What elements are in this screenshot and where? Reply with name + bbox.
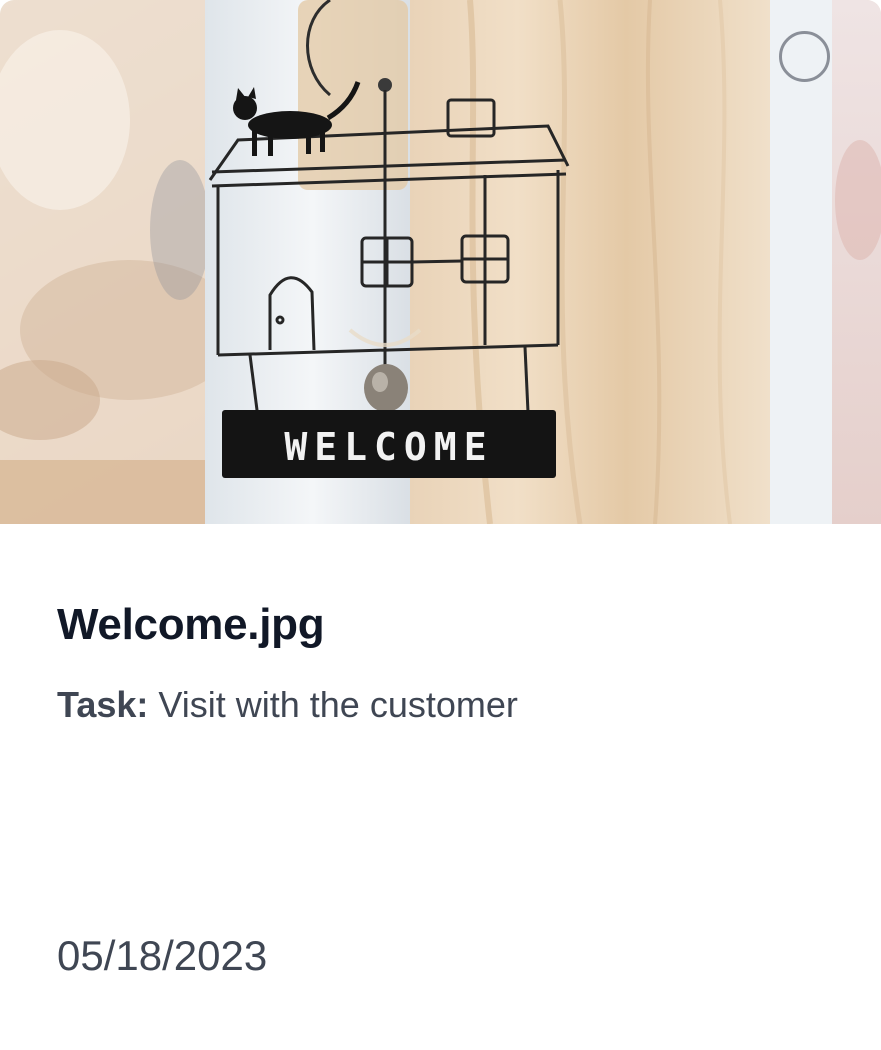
thumbnail-image: WELCOME	[0, 0, 881, 524]
file-thumbnail[interactable]: WELCOME	[0, 0, 881, 524]
file-card[interactable]: WELCOME Welcome.jpg Task: Visit with the…	[0, 0, 881, 1050]
sign-text: WELCOME	[284, 425, 493, 469]
file-date: 05/18/2023	[57, 932, 268, 979]
task-label: Task:	[57, 684, 149, 725]
file-name[interactable]: Welcome.jpg	[57, 600, 325, 650]
task-value: Visit with the customer	[158, 684, 518, 725]
select-checkbox-icon[interactable]	[779, 31, 830, 82]
task-line: Task: Visit with the customer	[57, 684, 518, 726]
